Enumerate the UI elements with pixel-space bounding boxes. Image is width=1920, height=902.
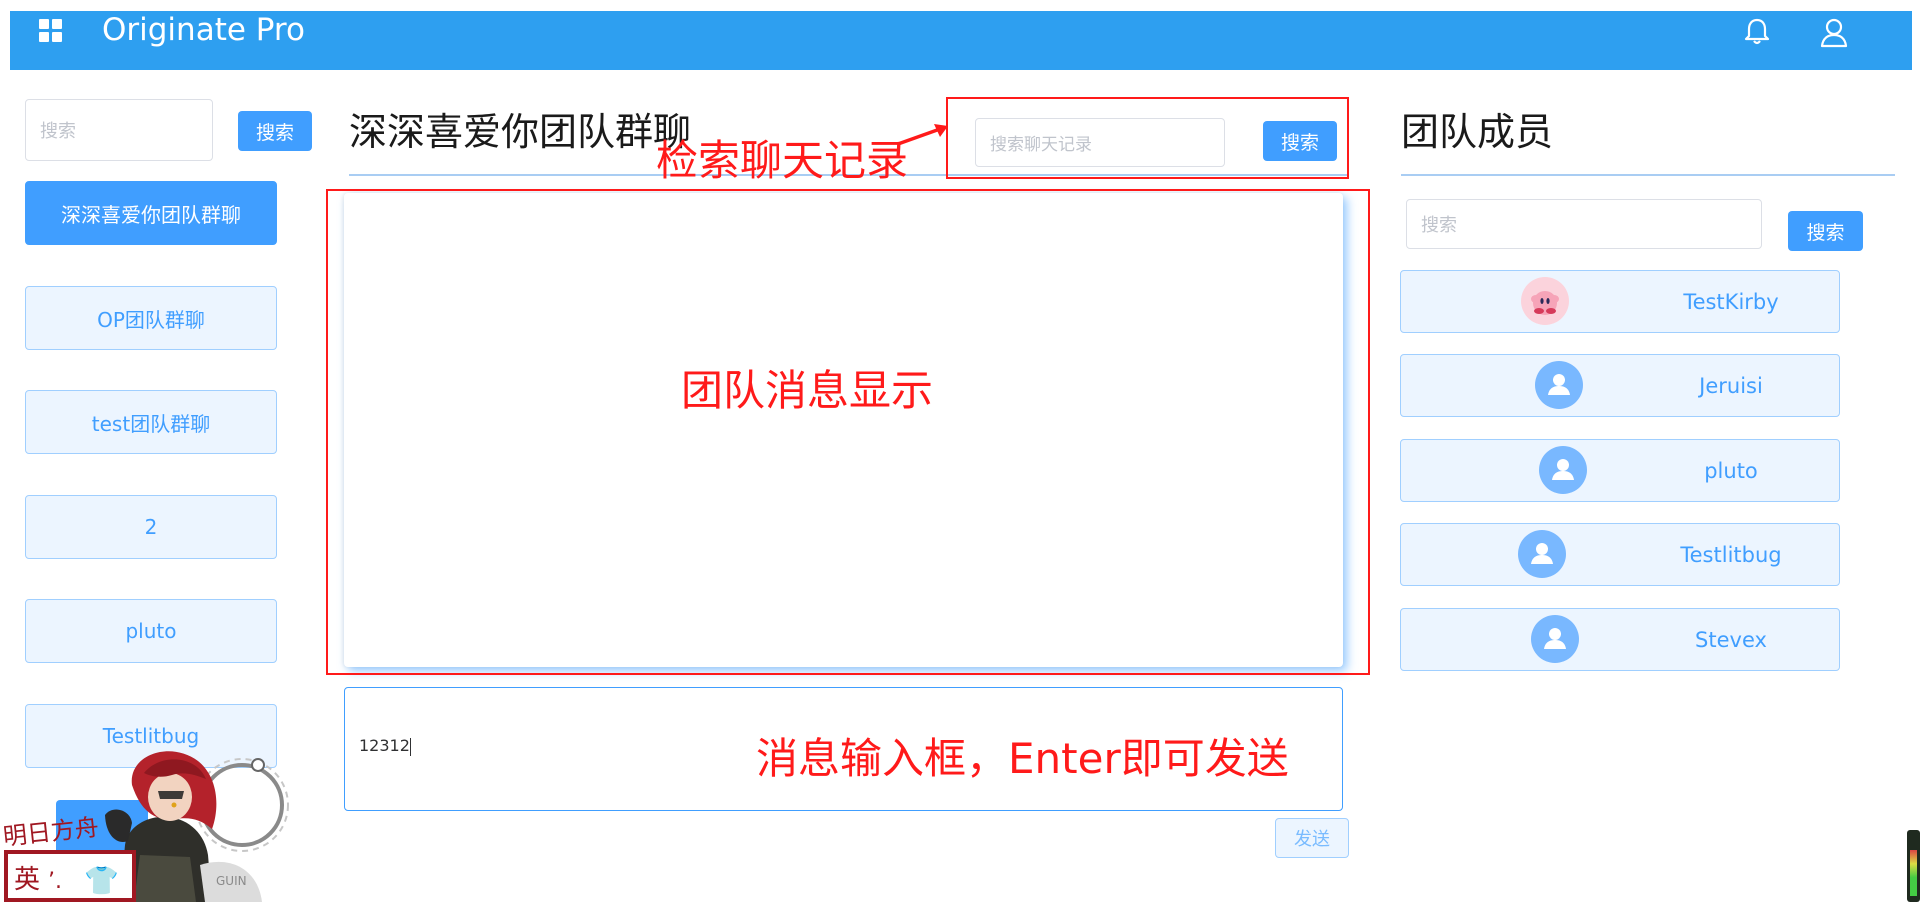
default-user-avatar xyxy=(1539,446,1587,494)
member-name: Jeruisi xyxy=(1699,374,1763,398)
group-search-button[interactable]: 搜索 xyxy=(238,111,312,151)
character-sticker-image: 英 ’. 👕 明日方舟 GUIN xyxy=(2,751,289,902)
member-item[interactable]: Stevex xyxy=(1400,608,1840,671)
group-search-input[interactable]: 搜索 xyxy=(25,99,213,161)
members-title-divider xyxy=(1401,174,1895,176)
group-item[interactable]: test团队群聊 xyxy=(25,390,277,454)
message-input-text: 12312 xyxy=(359,736,410,755)
member-item[interactable]: pluto xyxy=(1400,439,1840,502)
group-item[interactable]: OP团队群聊 xyxy=(25,286,277,350)
sticker-text-2: 英 xyxy=(14,865,40,895)
grid-menu-icon[interactable] xyxy=(39,19,63,43)
annotation-label-history-search: 检索聊天记录 xyxy=(656,136,909,185)
text-caret xyxy=(409,737,411,756)
annotation-arrow-icon xyxy=(897,124,948,146)
sticker-text-1: 明日方舟 xyxy=(2,813,100,851)
svg-text:’.: ’. xyxy=(48,869,62,894)
annotation-box-message-display xyxy=(326,189,1370,675)
member-search-button[interactable]: 搜索 xyxy=(1788,211,1863,251)
bell-icon[interactable] xyxy=(1742,16,1772,46)
group-item[interactable]: 2 xyxy=(25,495,277,559)
member-item[interactable]: Testlitbug xyxy=(1400,523,1840,586)
default-user-avatar xyxy=(1518,530,1566,578)
group-item[interactable]: pluto xyxy=(25,599,277,663)
member-item[interactable]: Jeruisi xyxy=(1400,354,1840,417)
user-icon[interactable] xyxy=(1818,16,1850,48)
default-user-avatar xyxy=(1535,361,1583,409)
default-user-avatar xyxy=(1531,615,1579,663)
kirby-avatar xyxy=(1521,277,1569,325)
app-title: Originate Pro xyxy=(102,12,305,48)
annotation-label-message-input: 消息输入框，Enter即可发送 xyxy=(756,734,1289,783)
member-name: Testlitbug xyxy=(1680,543,1782,567)
member-item[interactable]: TestKirby xyxy=(1400,270,1840,333)
annotation-label-message-display: 团队消息显示 xyxy=(681,366,934,415)
sticker-text-3: GUIN xyxy=(216,874,247,888)
chat-title: 深深喜爱你团队群聊 xyxy=(349,110,692,154)
svg-text:👕: 👕 xyxy=(84,864,119,897)
annotation-box-history-search xyxy=(946,97,1349,179)
member-name: pluto xyxy=(1704,459,1758,483)
member-search-input[interactable]: 搜索 xyxy=(1406,199,1762,249)
send-button[interactable]: 发送 xyxy=(1275,818,1349,858)
group-item-active[interactable]: 深深喜爱你团队群聊 xyxy=(25,181,277,245)
members-title: 团队成员 xyxy=(1401,110,1554,154)
volume-meter-widget xyxy=(1907,830,1920,902)
member-name: Stevex xyxy=(1695,628,1767,652)
member-name: TestKirby xyxy=(1683,290,1779,314)
